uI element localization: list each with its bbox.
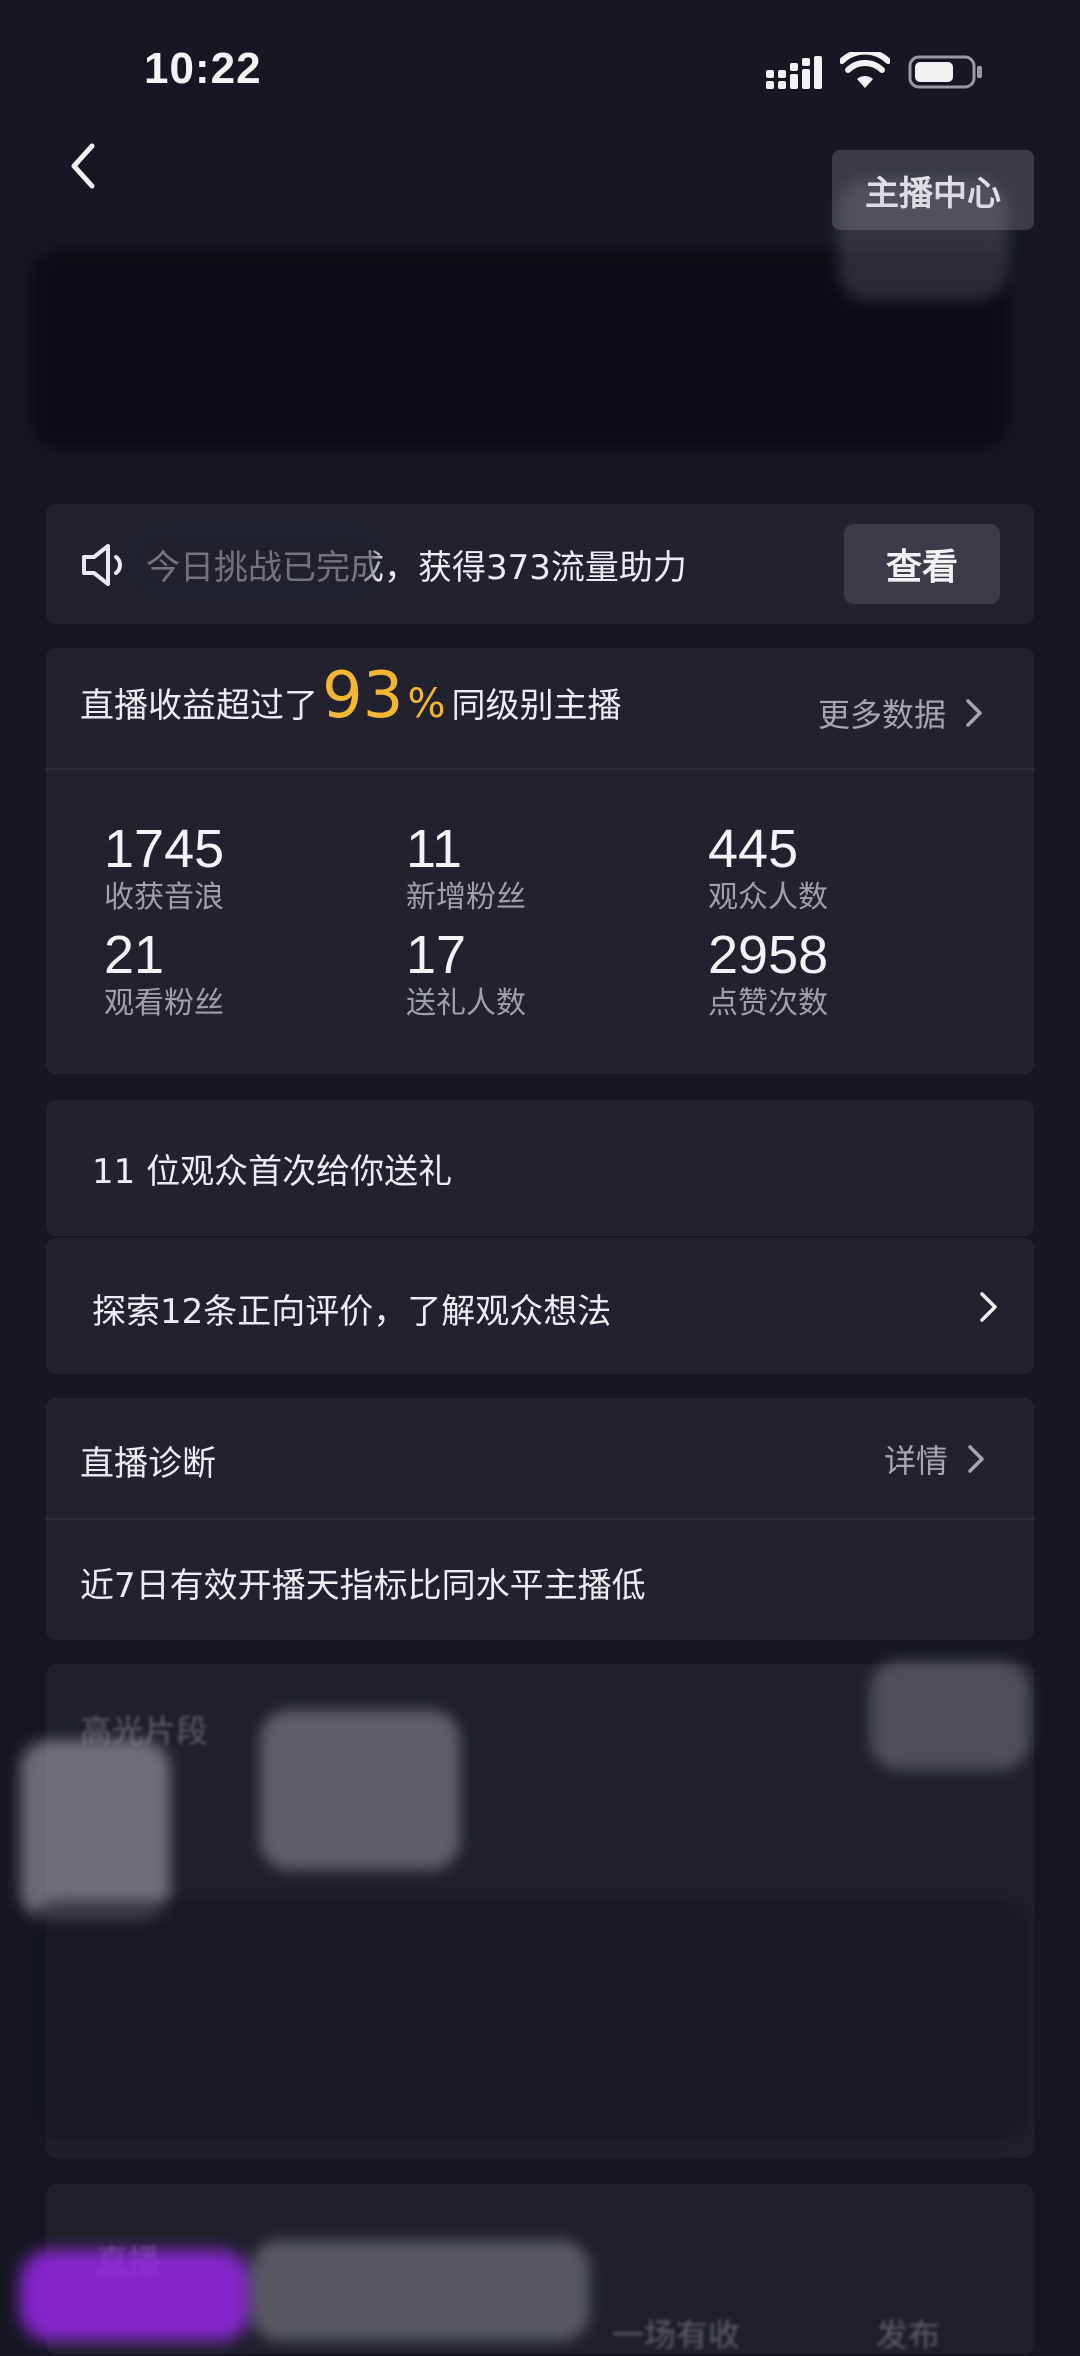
- percent-value: 93: [322, 659, 404, 733]
- diagnosis-detail-label: 详情: [884, 1442, 949, 1480]
- diagnosis-detail-link[interactable]: 详情: [884, 1436, 986, 1482]
- battery-icon: [908, 55, 982, 89]
- redaction-smudge: [30, 1900, 1030, 2140]
- metric-label: 点赞次数: [708, 986, 828, 1021]
- metric-value: 21: [104, 925, 165, 985]
- speaker-icon: [82, 544, 122, 586]
- metric-value: 1745: [104, 819, 225, 879]
- metric-label: 收获音浪: [104, 880, 224, 915]
- percent-sign: %: [407, 681, 446, 727]
- wifi-icon: [840, 52, 890, 88]
- chevron-right-icon: [966, 699, 982, 727]
- redaction-smudge: [870, 1660, 1030, 1770]
- redaction-smudge: [138, 530, 378, 590]
- redaction-smudge: [20, 1740, 170, 1920]
- headline-suffix: 同级别主播: [451, 686, 622, 726]
- metric-likes: 2958 点赞次数: [708, 926, 968, 1024]
- chevron-right-icon: [968, 1445, 984, 1473]
- redaction-smudge: [260, 1710, 460, 1870]
- metric-new-fans: 11 新增粉丝: [406, 820, 666, 918]
- more-data-label: 更多数据: [818, 696, 947, 734]
- chevron-right-icon: [980, 1292, 997, 1322]
- headline-prefix: 直播收益超过了: [80, 686, 318, 726]
- back-arrow-icon[interactable]: [64, 140, 104, 192]
- metric-label: 观众人数: [708, 880, 828, 915]
- first-gift-text: 11 位观众首次给你送礼: [92, 1152, 453, 1192]
- replay-publish: 发布: [876, 2316, 941, 2354]
- divider: [46, 768, 1034, 770]
- view-button[interactable]: 查看: [844, 524, 1000, 604]
- metric-label: 送礼人数: [406, 986, 526, 1021]
- more-data-link[interactable]: 更多数据: [818, 690, 984, 736]
- metric-label: 新增粉丝: [406, 880, 526, 915]
- metric-label: 观看粉丝: [104, 986, 224, 1021]
- metric-watching-fans: 21 观看粉丝: [104, 926, 364, 1024]
- cellular-signal-icon: [766, 56, 822, 89]
- metric-value: 17: [406, 925, 467, 985]
- divider: [46, 1518, 1034, 1520]
- redaction-smudge: [838, 180, 1008, 300]
- metric-value: 11: [406, 819, 463, 879]
- explore-reviews-text: 探索12条正向评价，了解观众想法: [92, 1292, 612, 1332]
- status-time: 10:22: [144, 44, 262, 93]
- metric-value: 2958: [708, 925, 829, 985]
- diagnosis-text: 近7日有效开播天指标比同水平主播低: [80, 1566, 646, 1606]
- earnings-ranking-headline: 直播收益超过了 93 % 同级别主播: [80, 664, 621, 744]
- metric-gift-senders: 17 送礼人数: [406, 926, 666, 1024]
- replay-subtitle: 一场有收: [612, 2316, 741, 2354]
- redaction-smudge: [20, 2250, 250, 2341]
- metric-value: 445: [708, 819, 799, 879]
- metric-viewers: 445 观众人数: [708, 820, 968, 918]
- redaction-smudge: [250, 2240, 590, 2341]
- diagnosis-title: 直播诊断: [80, 1444, 216, 1484]
- metric-sound-waves: 1745 收获音浪: [104, 820, 364, 918]
